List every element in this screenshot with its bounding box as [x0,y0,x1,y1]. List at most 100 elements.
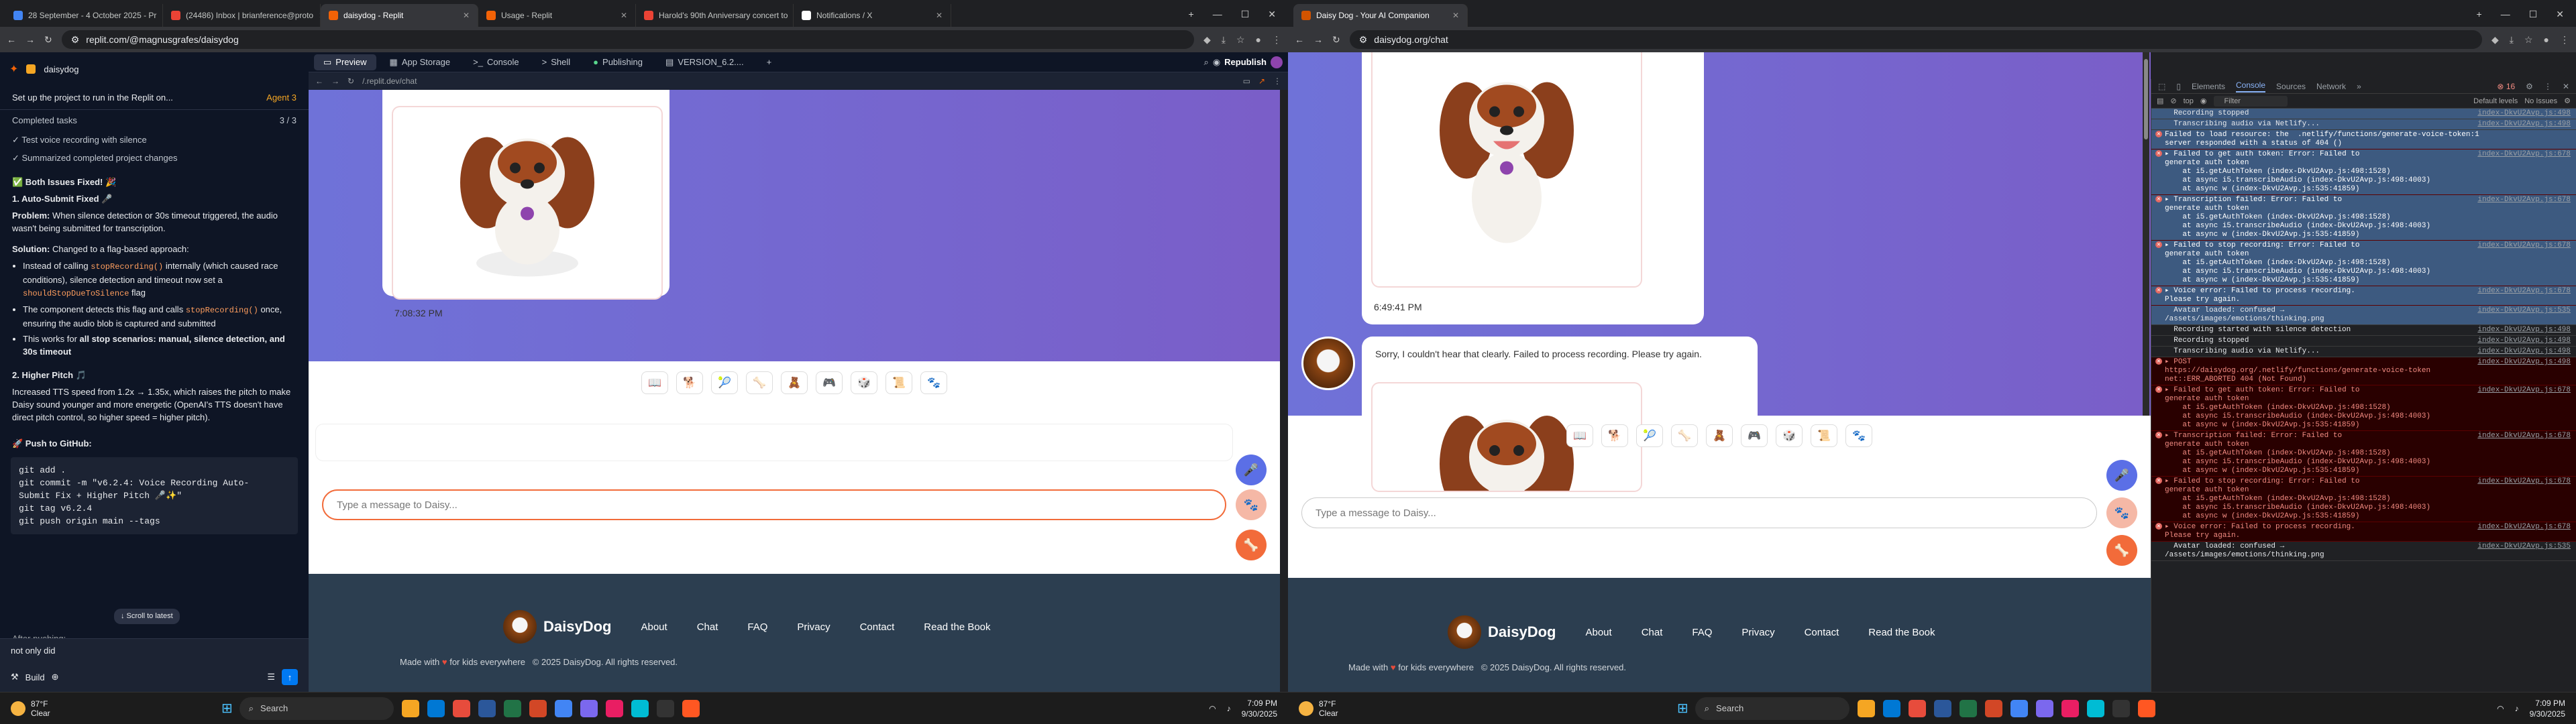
tab-console[interactable]: >_ Console [464,54,529,70]
app-icon[interactable] [2035,699,2053,717]
extension-icon[interactable]: ◆ [1203,34,1211,46]
wifi-icon[interactable]: ◠ [1209,704,1216,713]
game-button[interactable]: 🎮 [1741,424,1768,447]
browser-tab-active[interactable]: Daisy Dog - Your AI Companion ✕ [1293,4,1468,27]
word-icon[interactable] [1933,699,1951,717]
tab-console[interactable]: Console [2235,80,2266,93]
send-button[interactable]: ↑ [282,669,298,685]
browser-tab[interactable]: Usage - Replit ✕ [478,4,636,27]
bookmark-icon[interactable]: ☆ [2524,34,2533,46]
tab-shell[interactable]: > Shell [533,54,580,70]
back-icon[interactable]: ← [1295,34,1304,45]
browser-tab[interactable]: 28 September - 4 October 2025 - Pr✕ [5,4,163,27]
app-icon[interactable] [631,699,649,717]
chrome-icon[interactable] [2010,699,2028,717]
back-icon[interactable]: ← [315,76,323,86]
dice-button[interactable]: 🎲 [851,371,877,394]
app-icon[interactable] [2061,699,2079,717]
edge-icon[interactable] [427,699,445,717]
log-source-link[interactable]: index-DkvU2Avp.js:498 [2477,358,2571,384]
user-icon[interactable]: ◉ [1213,57,1220,68]
console-log-entry[interactable]: ▸ Voice error: Failed to process recordi… [2151,286,2576,306]
republish-button[interactable]: Republish [1224,57,1267,67]
settings-icon[interactable]: ⚙ [2526,82,2533,91]
inspect-icon[interactable]: ⬚ [2158,82,2165,91]
clock[interactable]: 7:09 PM 9/30/2025 [1242,698,1277,719]
close-tab-icon[interactable]: ✕ [936,11,943,20]
app-icon[interactable] [682,699,700,717]
eye-icon[interactable]: ◉ [2200,97,2207,105]
url-field[interactable]: ⚙ daisydog.org/chat [1349,30,2482,49]
weather-widget[interactable]: 87°F Clear [1288,699,1503,718]
log-source-link[interactable]: index-DkvU2Avp.js:535 [2477,542,2571,560]
dice-button[interactable]: 🎲 [1776,424,1803,447]
footer-logo[interactable]: DaisyDog [503,610,611,644]
settings-icon[interactable]: ⚙ [2564,97,2571,105]
tab-publishing[interactable]: ● Publishing [584,54,652,70]
device-icon[interactable]: ▯ [2176,82,2181,91]
log-source-link[interactable]: index-DkvU2Avp.js:498 [2477,347,2571,356]
forward-icon[interactable]: → [1313,34,1323,45]
console-log-entry[interactable]: Recording stopped index-DkvU2Avp.js:498 [2151,109,2576,119]
open-new-tab-icon[interactable]: ↗ [1258,76,1265,86]
log-source-link[interactable]: index-DkvU2Avp.js:678 [2477,477,2571,521]
footer-link-chat[interactable]: Chat [1642,627,1663,638]
powerpoint-icon[interactable] [529,699,547,717]
console-log-entry[interactable]: Recording stopped index-DkvU2Avp.js:498 [2151,336,2576,347]
levels-select[interactable]: Default levels [2473,97,2518,105]
agent-input-field[interactable]: not only did [11,646,298,656]
footer-link-contact[interactable]: Contact [860,621,895,633]
app-icon[interactable] [1908,699,1926,717]
scrollbar[interactable] [2143,52,2149,416]
download-icon[interactable]: ⤓ [1222,34,1226,46]
x-icon[interactable] [2112,699,2130,717]
reload-icon[interactable]: ↻ [347,76,354,86]
bone-button[interactable]: 🦴 [746,371,773,394]
ball-button[interactable]: 🎾 [1636,424,1663,447]
site-info-icon[interactable]: ⚙ [71,34,80,46]
preview-url[interactable]: /.replit.dev/chat [362,76,417,86]
console-log-entry[interactable]: ▸ POST https://daisydog.org/.netlify/fun… [2151,357,2576,385]
log-source-link[interactable]: index-DkvU2Avp.js:678 [2477,196,2571,239]
more-icon[interactable]: ⋮ [2544,82,2552,91]
send-paw-button[interactable]: 🐾 [1236,489,1267,520]
word-icon[interactable] [478,699,496,717]
weather-widget[interactable]: 87°F Clear [0,699,215,718]
console-log-entry[interactable]: Avatar loaded: confused → /assets/images… [2151,306,2576,325]
dog-button[interactable]: 🐕 [1601,424,1628,447]
footer-link-book[interactable]: Read the Book [1868,627,1935,638]
maximize-icon[interactable]: ☐ [1241,9,1250,20]
sidebar-toggle-icon[interactable]: ▤ [2157,97,2163,105]
console-log-entry[interactable]: ▸ Failed to get auth token: Error: Faile… [2151,149,2576,195]
more-tabs-button[interactable]: » [2357,82,2361,91]
footer-link-faq[interactable]: FAQ [747,621,767,633]
profile-icon[interactable]: ● [1256,34,1261,46]
forward-icon[interactable]: → [25,34,35,45]
browser-tab-active[interactable]: daisydog - Replit ✕ [321,4,478,27]
tab-elements[interactable]: Elements [2192,82,2225,91]
build-button[interactable]: Build [25,672,45,682]
book-button[interactable]: 📖 [1566,424,1593,447]
story-button[interactable]: 📜 [1811,424,1837,447]
tab-version[interactable]: ▤ VERSION_6.2.... [656,54,753,70]
log-source-link[interactable]: index-DkvU2Avp.js:535 [2477,306,2571,324]
log-source-link[interactable]: index-DkvU2Avp.js:678 [2477,432,2571,475]
app-icon[interactable] [452,699,470,717]
log-source-link[interactable]: index-DkvU2Avp.js:678 [2477,523,2571,540]
powerpoint-icon[interactable] [1984,699,2002,717]
context-select[interactable]: top [2184,97,2194,105]
more-icon[interactable]: ⋮ [1273,76,1281,86]
console-log-entry[interactable]: Transcribing audio via Netlify... index-D… [2151,347,2576,357]
toy-button[interactable]: 🧸 [781,371,808,394]
download-icon[interactable]: ⤓ [2510,34,2514,46]
chrome-icon[interactable] [554,699,572,717]
console-log-entry[interactable]: ▸ Failed to get auth token: Error: Faile… [2151,385,2576,431]
completed-tasks-toggle[interactable]: Completed tasks 3 / 3 [0,110,309,131]
console-log-entry[interactable]: Transcribing audio via Netlify... index-D… [2151,119,2576,130]
log-source-link[interactable]: index-DkvU2Avp.js:498 [2477,120,2571,129]
app-icon[interactable] [2086,699,2104,717]
browser-tab[interactable]: (24486) Inbox | brianference@proto✕ [163,4,321,27]
settings-icon[interactable]: ☰ [267,672,275,682]
issues-button[interactable]: No Issues [2524,97,2557,105]
menu-icon[interactable]: ⋮ [1272,34,1281,46]
